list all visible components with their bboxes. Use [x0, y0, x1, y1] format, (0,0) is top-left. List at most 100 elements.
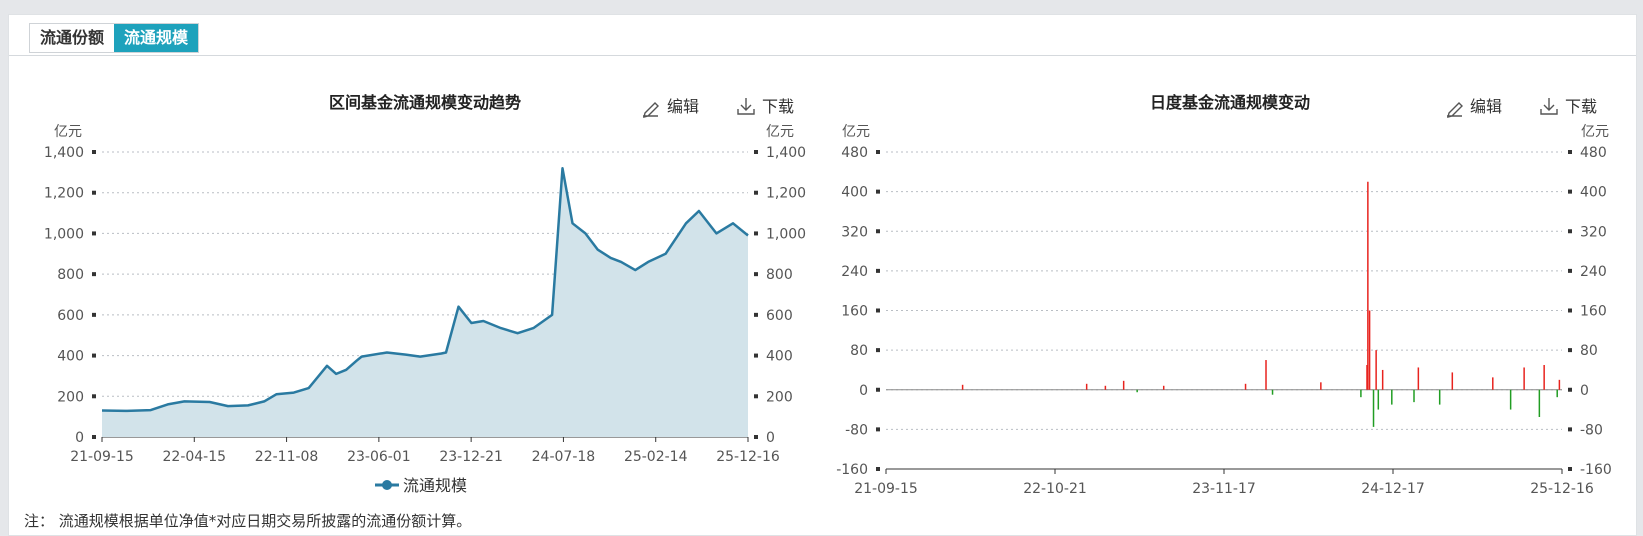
- left-unit-right: 亿元: [766, 124, 794, 140]
- y-tick-label-left: 0: [859, 383, 868, 399]
- x-tick-label: 22-11-08: [255, 449, 319, 465]
- y-tick-label-right: -160: [1580, 462, 1612, 478]
- x-tick-label: 23-06-01: [347, 449, 411, 465]
- y-tick-label-right: 600: [766, 308, 793, 324]
- y-tick-label-left: 600: [57, 308, 84, 324]
- x-tick-label: 22-10-21: [1023, 481, 1087, 497]
- right-edit-label: 编辑: [1470, 97, 1502, 116]
- y-tick-label-left: 1,000: [44, 226, 84, 242]
- y-tick-mark: [876, 229, 880, 234]
- y-tick-mark: [92, 394, 96, 399]
- y-tick-label-left: 160: [841, 304, 868, 320]
- right-series: [886, 181, 1562, 427]
- y-tick-mark: [876, 387, 880, 392]
- y-tick-label-left: -160: [836, 462, 868, 478]
- y-tick-label-left: 80: [850, 343, 868, 359]
- legend-marker-icon: [382, 480, 392, 490]
- left-download-label: 下载: [762, 97, 794, 116]
- y-tick-mark: [754, 190, 758, 195]
- y-tick-mark: [1568, 229, 1572, 234]
- x-tick-label: 25-12-16: [716, 449, 780, 465]
- y-tick-mark: [754, 353, 758, 358]
- y-tick-mark: [754, 231, 758, 236]
- left-unit-left: 亿元: [54, 124, 82, 140]
- y-tick-mark: [876, 268, 880, 273]
- x-tick-label: 23-11-17: [1192, 481, 1256, 497]
- x-tick-label: 21-09-15: [70, 449, 134, 465]
- y-tick-mark: [876, 348, 880, 353]
- y-tick-label-right: 0: [766, 430, 775, 446]
- y-tick-label-left: 0: [75, 430, 84, 446]
- y-tick-mark: [754, 435, 758, 439]
- left-download-button[interactable]: 下载: [737, 97, 794, 116]
- y-tick-mark: [754, 272, 758, 277]
- x-tick-label: 24-12-17: [1361, 481, 1425, 497]
- y-tick-mark: [92, 435, 96, 439]
- y-tick-label-left: 1,200: [44, 186, 84, 202]
- y-tick-label-left: 800: [57, 267, 84, 283]
- left-edit-button[interactable]: 编辑: [643, 97, 699, 118]
- y-tick-mark: [92, 312, 96, 317]
- y-tick-mark: [876, 467, 880, 471]
- y-tick-mark: [92, 272, 96, 277]
- right-download-label: 下载: [1565, 97, 1597, 116]
- charts-canvas: 区间基金流通规模变动趋势 编辑 下载 亿元 亿元 0 0 200 200 400 400 6…: [44, 93, 1612, 497]
- x-tick-label: 21-09-15: [854, 481, 918, 497]
- y-tick-mark: [1568, 150, 1572, 154]
- right-chart: 日度基金流通规模变动 编辑 下载 亿元 亿元 -160 -160 -80 -80 0 0 8…: [836, 93, 1612, 497]
- x-tick-label: 25-12-16: [1530, 481, 1594, 497]
- y-tick-label-right: 240: [1580, 264, 1607, 280]
- y-tick-mark: [1568, 268, 1572, 273]
- left-chart: 区间基金流通规模变动趋势 编辑 下载 亿元 亿元 0 0 200 200 400 400 6…: [44, 93, 806, 495]
- y-tick-label-left: 480: [841, 145, 868, 161]
- y-tick-mark: [1568, 308, 1572, 313]
- y-tick-label-left: 1,400: [44, 145, 84, 161]
- y-tick-mark: [754, 312, 758, 317]
- y-tick-label-left: 400: [57, 349, 84, 365]
- left-legend[interactable]: 流通规模: [375, 476, 467, 495]
- right-unit-right: 亿元: [1581, 124, 1609, 140]
- pencil-icon: [1447, 102, 1463, 118]
- y-tick-label-right: 160: [1580, 304, 1607, 320]
- y-tick-label-left: 240: [841, 264, 868, 280]
- y-tick-mark: [92, 231, 96, 236]
- pencil-icon: [643, 102, 659, 118]
- y-tick-mark: [876, 189, 880, 194]
- right-download-button[interactable]: 下载: [1540, 97, 1597, 116]
- y-tick-label-right: 80: [1580, 343, 1598, 359]
- right-edit-button[interactable]: 编辑: [1447, 97, 1502, 118]
- y-tick-mark: [92, 190, 96, 195]
- footnote: 注： 流通规模根据单位净值*对应日期交易所披露的流通份额计算。: [24, 512, 472, 530]
- y-tick-label-right: 400: [1580, 185, 1607, 201]
- y-tick-label-right: 1,000: [766, 226, 806, 242]
- y-tick-label-right: 1,400: [766, 145, 806, 161]
- y-tick-mark: [754, 150, 758, 154]
- y-tick-label-right: 320: [1580, 224, 1607, 240]
- download-icon: [1540, 98, 1558, 115]
- y-tick-mark: [1568, 189, 1572, 194]
- legend-label: 流通规模: [403, 476, 467, 495]
- y-tick-label-left: 400: [841, 185, 868, 201]
- y-tick-label-right: 480: [1580, 145, 1607, 161]
- left-chart-title: 区间基金流通规模变动趋势: [329, 93, 521, 112]
- y-tick-label-right: 0: [1580, 383, 1589, 399]
- y-tick-mark: [754, 394, 758, 399]
- y-tick-label-left: -80: [845, 422, 868, 438]
- x-tick-label: 24-07-18: [532, 449, 596, 465]
- y-tick-label-left: 200: [57, 389, 84, 405]
- y-tick-label-right: 400: [766, 349, 793, 365]
- y-tick-mark: [1568, 387, 1572, 392]
- y-tick-mark: [876, 150, 880, 154]
- y-tick-mark: [876, 308, 880, 313]
- x-tick-label: 22-04-15: [163, 449, 227, 465]
- right-unit-left: 亿元: [842, 124, 870, 140]
- right-x-axis: 21-09-15 22-10-21 23-11-17 24-12-17 25-12-16: [854, 468, 1594, 497]
- y-tick-mark: [92, 150, 96, 154]
- download-icon: [737, 98, 755, 115]
- right-grid: [886, 151, 1562, 470]
- y-tick-mark: [92, 353, 96, 358]
- left-edit-label: 编辑: [667, 97, 699, 116]
- y-tick-label-right: 200: [766, 389, 793, 405]
- left-x-axis: 21-09-15 22-04-15 22-11-08 23-06-01 23-12-21…: [70, 436, 780, 465]
- y-tick-mark: [1568, 467, 1572, 471]
